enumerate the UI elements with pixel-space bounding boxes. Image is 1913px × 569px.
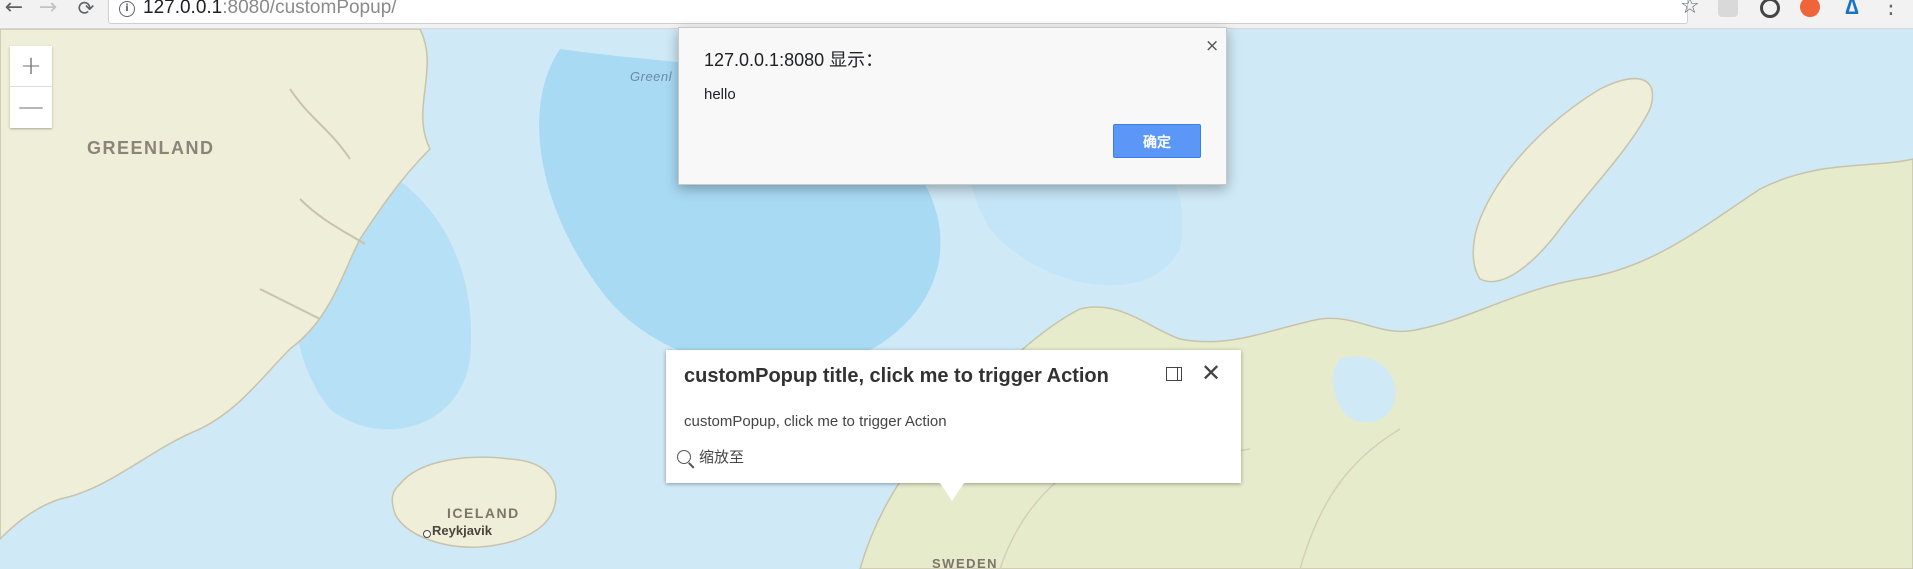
dock-icon[interactable]	[1166, 367, 1182, 381]
url-path: :8080/customPopup/	[222, 0, 397, 18]
label-reykjavik: Reykjavik	[432, 523, 492, 538]
address-bar[interactable]: i 127.0.0.1:8080/customPopup/	[108, 0, 1688, 24]
label-greenland: GREENLAND	[87, 138, 215, 158]
reload-icon[interactable]: ⟳	[74, 0, 98, 20]
alert-title: 127.0.0.1:8080 显示：	[704, 50, 884, 70]
zoom-in-magnifier-icon	[677, 449, 691, 464]
label-greenland-sea: Greenl	[630, 69, 673, 84]
zoom-in-button[interactable]: +	[10, 46, 52, 87]
label-sweden: SWEDEN	[932, 556, 999, 569]
browser-menu-icon[interactable]: ⋮	[1880, 0, 1902, 19]
url-text[interactable]: 127.0.0.1:8080/customPopup/	[143, 0, 397, 19]
browser-toolbar: ← → ⟳ i 127.0.0.1:8080/customPopup/ ☆ ∆ …	[0, 0, 1913, 29]
close-icon[interactable]: ×	[1205, 36, 1219, 56]
info-icon[interactable]: i	[119, 1, 135, 17]
popup-title[interactable]: customPopup title, click me to trigger A…	[684, 365, 1109, 388]
close-icon[interactable]: ✕	[1201, 359, 1221, 387]
extension-icon[interactable]	[1718, 0, 1738, 17]
ok-button[interactable]: 确定	[1113, 124, 1201, 158]
zoom-control: + —	[10, 46, 52, 128]
forward-icon[interactable]: →	[36, 0, 60, 20]
bookmark-star-icon[interactable]: ☆	[1680, 0, 1700, 19]
popup-content[interactable]: customPopup, click me to trigger Action	[684, 413, 947, 430]
zoom-out-button[interactable]: —	[10, 87, 52, 127]
extension-a-icon[interactable]: ∆	[1842, 0, 1862, 18]
extension-orange-icon[interactable]	[1800, 0, 1820, 17]
alert-message: hello	[704, 86, 736, 103]
city-marker	[423, 530, 431, 538]
zoom-to-action[interactable]: 缩放至	[677, 446, 744, 468]
back-icon[interactable]: ←	[2, 0, 26, 20]
popup-pointer	[940, 483, 964, 501]
extension-sync-icon[interactable]	[1760, 0, 1780, 18]
custom-popup: customPopup title, click me to trigger A…	[666, 350, 1241, 483]
alert-dialog: 127.0.0.1:8080 显示： × hello 确定	[678, 27, 1227, 185]
url-host: 127.0.0.1	[143, 0, 223, 18]
zoom-to-label: 缩放至	[699, 449, 745, 466]
label-iceland: ICELAND	[447, 505, 520, 521]
